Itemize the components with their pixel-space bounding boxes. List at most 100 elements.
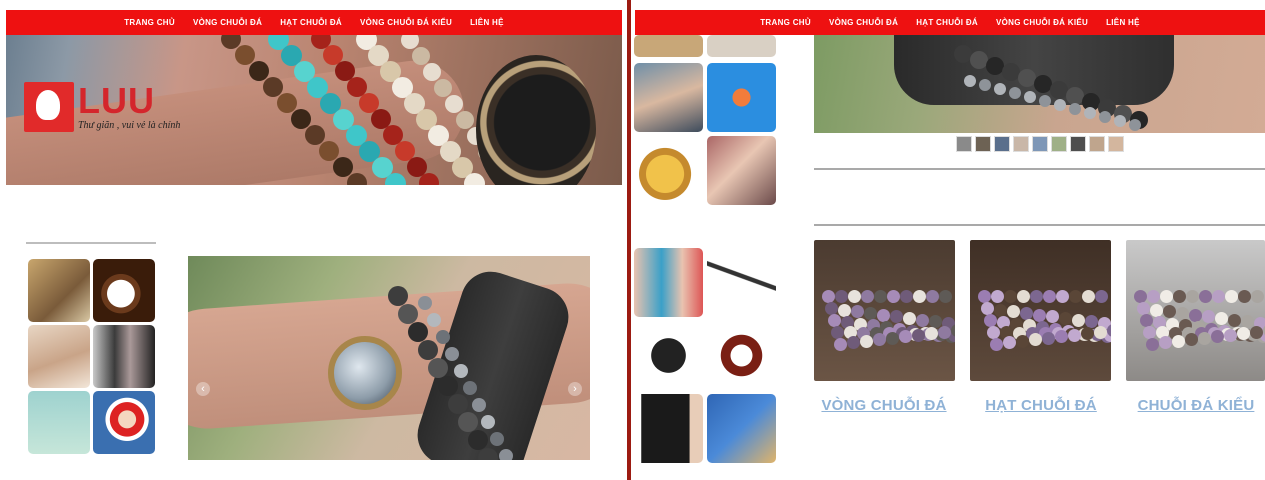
mini-thumb[interactable]	[1108, 136, 1124, 152]
slider-next-arrow-icon[interactable]: ›	[568, 382, 582, 396]
slider-prev-arrow-icon[interactable]: ‹	[196, 382, 210, 396]
nav-contact[interactable]: LIÊN HỆ	[470, 18, 504, 27]
thumb-partial-image[interactable]	[707, 35, 776, 57]
bead-shape	[456, 111, 474, 129]
thumb-red-bracelet-image[interactable]	[707, 321, 776, 390]
bead-shape	[1225, 290, 1238, 303]
bead-shape	[458, 412, 478, 432]
bead-shape	[1134, 290, 1147, 303]
thumb-black-bead-image[interactable]	[634, 321, 703, 390]
bead-shape	[1189, 308, 1202, 322]
bead-shape	[1251, 290, 1264, 303]
sidebar-thumb-grid	[28, 259, 155, 454]
bead-shape	[385, 173, 406, 185]
right-sidebar-grid	[634, 63, 776, 205]
thumb-couple-image[interactable]	[28, 325, 90, 388]
thumb-box-image[interactable]	[707, 394, 776, 463]
category-link-stone-styles[interactable]: CHUỖI ĐÁ KIỂU	[1121, 397, 1265, 414]
bead-shape	[1029, 333, 1042, 347]
bead-shape	[899, 330, 912, 344]
sidebar-gallery	[26, 242, 156, 462]
thumb-sportswear-image[interactable]	[634, 248, 703, 317]
nav-contact[interactable]: LIÊN HỆ	[1106, 18, 1140, 27]
bead-shape	[1069, 290, 1082, 303]
bead-shape	[468, 430, 488, 450]
bead-shape	[1211, 330, 1224, 344]
mini-thumb[interactable]	[994, 136, 1010, 152]
bead-shape	[490, 432, 504, 446]
bead-shape	[838, 303, 851, 317]
thumb-santa-image[interactable]	[93, 391, 155, 454]
bead-shape	[1159, 336, 1172, 350]
right-sidebar-grid-products	[634, 248, 776, 463]
mini-thumb[interactable]	[1051, 136, 1067, 152]
bead-shape	[1099, 111, 1111, 123]
mini-thumb[interactable]	[956, 136, 972, 152]
thumb-quote-image[interactable]	[28, 391, 90, 454]
bead-shape	[887, 290, 900, 303]
bead-shape	[890, 310, 903, 324]
nav-home[interactable]: TRANG CHỦ	[124, 18, 175, 27]
category-card-stone-beads[interactable]	[970, 240, 1111, 381]
nav-stone-bracelet-styles[interactable]: VÒNG CHUỖI ĐÁ KIỂU	[360, 18, 452, 27]
nav-stone-beads[interactable]: HẠT CHUỖI ĐÁ	[280, 18, 342, 27]
bead-shape	[994, 83, 1006, 95]
nav-stone-bracelets[interactable]: VÒNG CHUỖI ĐÁ	[829, 18, 898, 27]
slider-moon-pendant-image	[328, 336, 402, 410]
category-card-stone-bracelets[interactable]	[814, 240, 955, 381]
bead-shape	[398, 304, 418, 324]
bead-shape	[418, 296, 432, 310]
bead-shape	[1043, 290, 1056, 303]
bead-shape	[916, 313, 929, 327]
bead-shape	[1082, 290, 1095, 303]
nav-stone-beads[interactable]: HẠT CHUỖI ĐÁ	[916, 18, 978, 27]
nav-stone-bracelet-styles[interactable]: VÒNG CHUỖI ĐÁ KIỂU	[996, 18, 1088, 27]
bead-shape	[835, 290, 848, 303]
bead-shape	[1084, 107, 1096, 119]
thumb-partial-image[interactable]	[634, 35, 703, 57]
category-link-stone-beads[interactable]: HẠT CHUỖI ĐÁ	[966, 397, 1116, 414]
bead-shape	[454, 364, 468, 378]
thumb-hat-image[interactable]	[28, 259, 90, 322]
mini-thumb[interactable]	[1070, 136, 1086, 152]
bead-shape	[1224, 328, 1237, 342]
bead-shape	[1163, 305, 1176, 319]
mini-thumb[interactable]	[1013, 136, 1029, 152]
thumb-model-image[interactable]	[707, 136, 776, 205]
mini-thumb[interactable]	[1089, 136, 1105, 152]
mini-thumb[interactable]	[975, 136, 991, 152]
category-link-stone-bracelets[interactable]: VÒNG CHUỖI ĐÁ	[809, 397, 959, 414]
bead-shape	[1146, 338, 1159, 351]
bead-shape	[994, 303, 1007, 317]
bead-shape	[1039, 95, 1051, 107]
bead-shape	[1055, 330, 1068, 344]
bead-shape	[938, 325, 951, 339]
thumb-glasses-image[interactable]	[707, 248, 776, 317]
thumb-people-image[interactable]	[93, 325, 155, 388]
main-nav: TRANG CHỦ VÒNG CHUỖI ĐÁ HẠT CHUỖI ĐÁ VÒN…	[6, 10, 622, 35]
bead-shape	[1186, 290, 1199, 303]
thumb-drink-image[interactable]	[634, 136, 703, 205]
bead-shape	[436, 330, 450, 344]
bead-shape	[427, 313, 441, 327]
bead-shape	[1137, 302, 1150, 315]
bead-shape	[1069, 103, 1081, 115]
bead-shape	[464, 173, 485, 185]
nav-home[interactable]: TRANG CHỦ	[760, 18, 811, 27]
bead-shape	[860, 334, 873, 348]
bead-shape	[864, 307, 877, 321]
divider-line	[814, 168, 1265, 170]
bead-shape	[1046, 310, 1059, 324]
thumb-leggings-image[interactable]	[634, 394, 703, 463]
bead-shape	[847, 336, 860, 350]
nav-stone-bracelets[interactable]: VÒNG CHUỖI ĐÁ	[193, 18, 262, 27]
bead-shape	[825, 302, 838, 315]
thumb-coffee-image[interactable]	[93, 259, 155, 322]
bead-shape	[1202, 310, 1215, 324]
category-card-stone-styles[interactable]	[1126, 240, 1265, 381]
site-logo[interactable]: LUU Thư giãn , vui vẻ là chính	[24, 82, 180, 132]
product-mini-thumbs	[956, 136, 1124, 152]
thumb-kiss-image[interactable]	[634, 63, 703, 132]
mini-thumb[interactable]	[1032, 136, 1048, 152]
thumb-bird-image[interactable]	[707, 63, 776, 132]
